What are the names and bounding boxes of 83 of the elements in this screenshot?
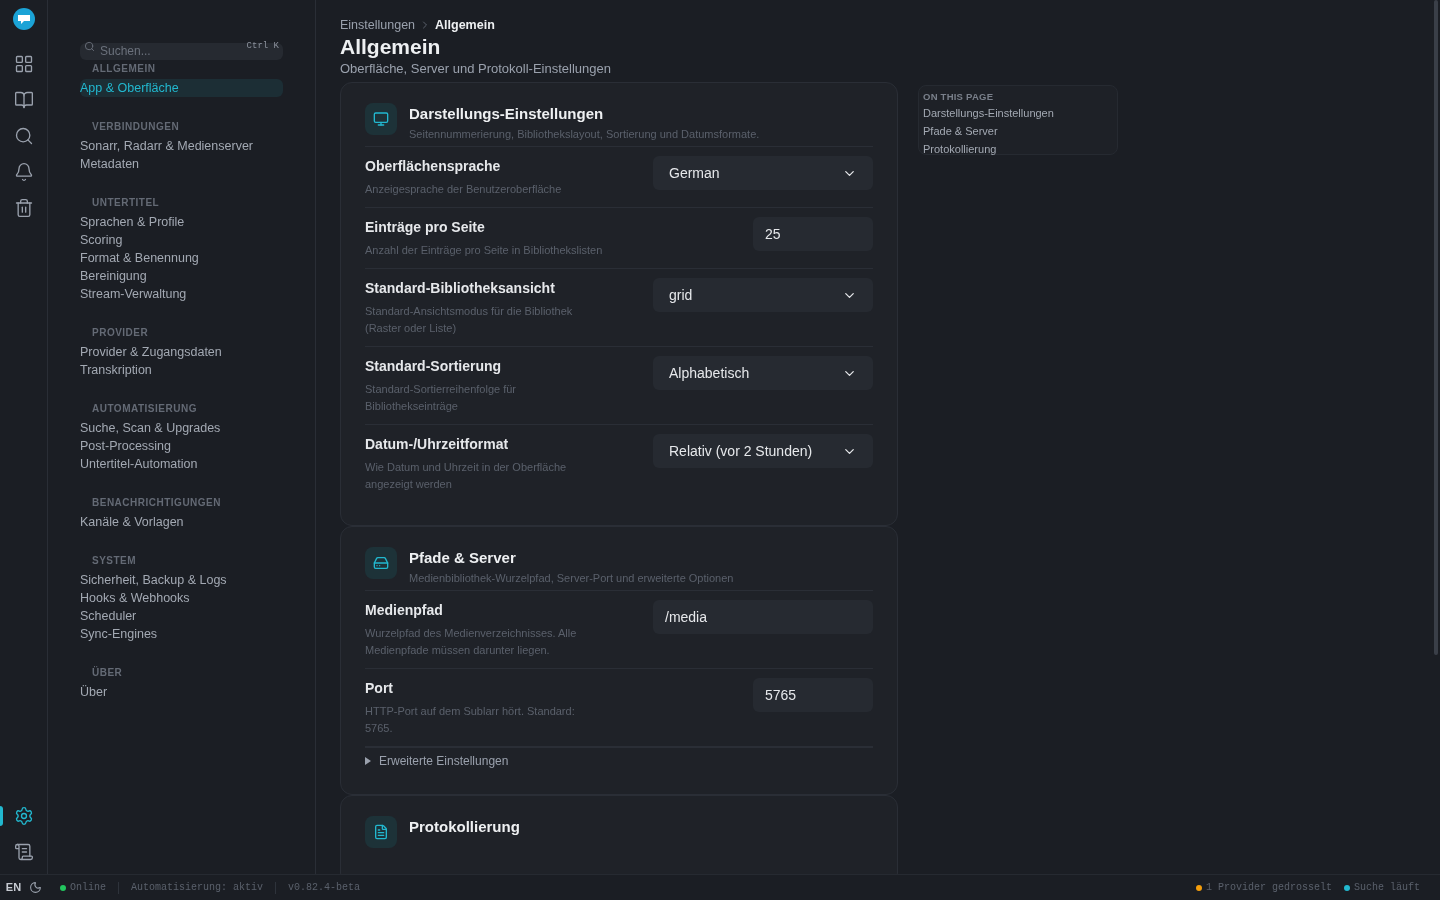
sidebar-item[interactable]: Untertitel-Automation — [80, 455, 283, 473]
scroll-icon[interactable] — [13, 842, 34, 862]
setting-hint: Standard-Ansichtsmodus für die Bibliothek (Raster oder Liste) — [365, 304, 574, 337]
setting-label: Standard-Bibliotheksansicht — [365, 279, 556, 299]
group-heading: BENACHRICHTIGUNGEN — [91, 497, 222, 509]
shortcut-hint: Ctrl K — [246, 40, 279, 53]
sidebar-item[interactable]: Post-Processing — [80, 437, 283, 455]
sidebar-item[interactable]: Scheduler — [80, 607, 283, 625]
select-field[interactable]: Alphabetisch — [653, 356, 873, 391]
toc-link[interactable]: Pfade & Server — [923, 122, 1113, 141]
status-text: v0.82.4-beta — [288, 881, 361, 895]
moon-icon[interactable] — [29, 881, 43, 894]
section-title: Protokollierung — [409, 817, 520, 838]
select-field[interactable]: German — [653, 156, 873, 191]
search-icon — [84, 41, 95, 52]
group-heading: UNTERTITEL — [91, 197, 161, 209]
settings-icon[interactable] — [13, 806, 34, 826]
sidebar-item[interactable]: Sonarr, Radarr & Medienserver — [80, 137, 283, 155]
setting-label: Medienpfad — [365, 601, 444, 621]
group-heading: VERBINDUNGEN — [91, 121, 181, 133]
sidebar-item[interactable]: Bereinigung — [80, 267, 283, 285]
setting-hint: Standard-Sortierreihenfolge für Bibliothekseinträge — [365, 382, 518, 415]
book-icon[interactable] — [13, 90, 34, 110]
section-subtitle: Seitennummerierung, Bibliothekslayout, Sortierung und Datumsformate. — [409, 126, 760, 142]
triangle-icon — [365, 757, 371, 766]
sidebar-item[interactable]: Transkription — [80, 361, 283, 379]
toc-heading: ON THIS PAGE — [923, 90, 995, 104]
sidebar-item[interactable]: Kanäle & Vorlagen — [80, 513, 283, 531]
drive-icon — [373, 555, 389, 572]
setting-label: Datum-/Uhrzeitformat — [365, 435, 510, 455]
sidebar-item[interactable]: Provider & Zugangsdaten — [80, 343, 283, 361]
input-field[interactable]: /media — [653, 600, 873, 635]
monitor-icon — [373, 111, 389, 128]
select-field[interactable]: Relativ (vor 2 Stunden) — [653, 434, 873, 469]
page-title: Allgemein — [340, 34, 442, 59]
sidebar-item[interactable]: Stream-Verwaltung — [80, 285, 283, 303]
group-heading: AUTOMATISIERUNG — [91, 403, 198, 415]
document-icon — [373, 824, 389, 841]
sidebar-item[interactable]: Suche, Scan & Upgrades — [80, 419, 283, 437]
section-subtitle: Medienbibliothek-Wurzelpfad, Server-Port und erweiterte Optionen — [409, 570, 734, 586]
sidebar-item[interactable]: Scoring — [80, 231, 283, 249]
sidebar-item[interactable]: Über — [80, 683, 283, 701]
group-heading: ÜBER — [91, 667, 124, 679]
sidebar-item[interactable]: Sprachen & Profile — [80, 213, 283, 231]
setting-label: Oberflächensprache — [365, 157, 502, 177]
bell-icon[interactable] — [13, 162, 34, 182]
status-text: 1 Provider gedrosselt — [1205, 881, 1332, 895]
setting-label: Port — [365, 679, 394, 699]
sidebar-item[interactable]: Metadaten — [80, 155, 283, 173]
sidebar-item[interactable]: Format & Benennung — [80, 249, 283, 267]
sidebar-item[interactable]: Sync-Engines — [80, 625, 283, 643]
status-text: Suche läuft — [1354, 881, 1420, 895]
input-field[interactable]: 25 — [753, 217, 873, 252]
advanced-settings-toggle[interactable]: Erweiterte Einstellungen — [365, 752, 509, 771]
section-title: Darstellungs-Einstellungen — [409, 104, 605, 125]
setting-hint: Anzahl der Einträge pro Seite in Bibliothekslisten — [365, 243, 604, 259]
section-title: Pfade & Server — [409, 548, 517, 569]
sidebar-item[interactable]: Hooks & Webhooks — [80, 589, 283, 607]
status-text: Automatisierung: aktiv — [131, 881, 264, 895]
breadcrumb-link[interactable]: Einstellungen — [340, 16, 416, 35]
setting-hint: Wurzelpfad des Medienverzeichnisses. Alle Medienpfade müssen darunter liegen. — [365, 626, 578, 659]
setting-label: Einträge pro Seite — [365, 218, 486, 238]
setting-hint: Wie Datum und Uhrzeit in der Oberfläche angezeigt werden — [365, 460, 568, 493]
language-toggle[interactable]: EN — [5, 879, 22, 896]
setting-hint: HTTP-Port auf dem Sublarr hört. Standard: 5765. — [365, 704, 576, 737]
group-heading: SYSTEM — [91, 555, 138, 567]
toc-link[interactable]: Protokollierung — [923, 140, 1113, 159]
group-heading: ALLGEMEIN — [91, 63, 157, 75]
dashboard-icon[interactable] — [13, 54, 34, 74]
setting-hint: Anzeigesprache der Benutzeroberfläche — [365, 182, 563, 198]
setting-label: Standard-Sortierung — [365, 357, 503, 377]
sidebar-item[interactable]: Sicherheit, Backup & Logs — [80, 571, 283, 589]
search-icon[interactable] — [13, 126, 34, 146]
status-text: Online — [70, 881, 106, 895]
group-heading: PROVIDER — [91, 327, 150, 339]
page-subtitle: Oberfläche, Server und Protokoll-Einstellungen — [340, 59, 612, 78]
logo-icon[interactable] — [12, 8, 35, 30]
trash-icon[interactable] — [13, 198, 34, 218]
toc-link[interactable]: Darstellungs-Einstellungen — [923, 104, 1113, 123]
breadcrumb-link[interactable]: Allgemein — [435, 16, 495, 35]
input-field[interactable]: 5765 — [753, 678, 873, 713]
sidebar-item[interactable]: App & Oberfläche — [80, 79, 283, 97]
select-field[interactable]: grid — [653, 278, 873, 313]
